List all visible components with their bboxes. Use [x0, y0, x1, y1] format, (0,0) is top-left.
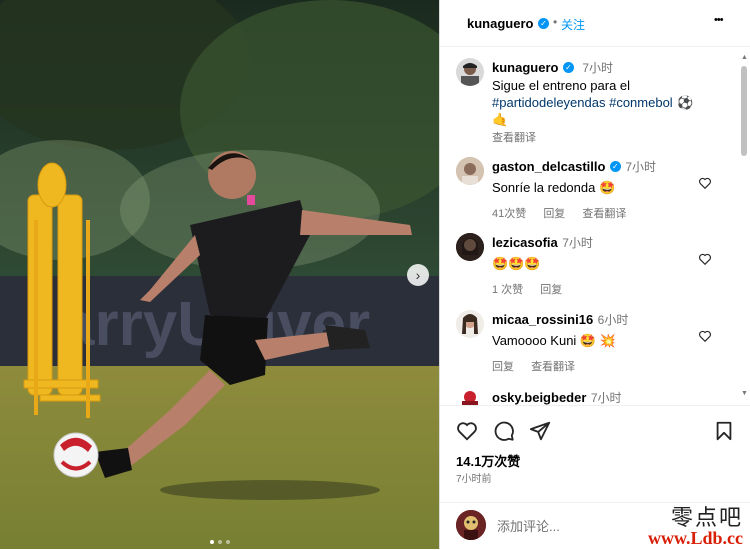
translate-button[interactable]: 查看翻译 [582, 208, 626, 220]
carousel-dots [0, 531, 439, 549]
heart-icon[interactable] [698, 176, 712, 190]
carousel-dot [225, 540, 230, 544]
follow-button[interactable]: 关注 [561, 16, 585, 33]
post-header: kunaguero ✓ • 关注 ••• [440, 0, 750, 47]
verified-icon: ✓ [538, 18, 549, 29]
comment-item: osky.beigbeder 7小时 [492, 389, 722, 405]
scroll-up-arrow[interactable]: ▲ [741, 54, 748, 66]
header-dot: • [553, 15, 558, 29]
comment-meta: 41次赞 回复 查看翻译 [492, 205, 722, 221]
caption-translate[interactable]: 查看翻译 [492, 132, 536, 144]
comment-item: lezicasofia 7小时 🤩🤩🤩 1 次赞 回复 [492, 234, 722, 297]
caption-block: kunaguero ✓ 7小时 Sigue el entreno para el… [492, 59, 722, 147]
author-username[interactable]: kunaguero [467, 16, 533, 31]
translate-button[interactable]: 查看翻译 [531, 361, 575, 373]
verified-icon: ✓ [562, 62, 574, 74]
comment-username[interactable]: osky.beigbeder [492, 390, 586, 405]
comment-likes[interactable]: 1 次赞 [492, 284, 523, 296]
comment-item: gaston_delcastillo ✓ 7小时 Sonríe la redon… [492, 158, 722, 221]
more-icon[interactable]: ••• [714, 14, 724, 26]
comment-avatar[interactable] [456, 387, 484, 405]
scroll-thumb[interactable] [741, 66, 747, 156]
heart-icon[interactable] [698, 329, 712, 343]
carousel-dot [209, 540, 214, 544]
comment-meta: 1 次赞 回复 [492, 281, 722, 297]
chevron-right-icon: › [415, 267, 421, 283]
comment-avatar[interactable] [456, 157, 484, 185]
comment-username[interactable]: gaston_delcastillo [492, 159, 605, 174]
photo-illustration: arryUniver [0, 0, 439, 549]
post-panel: kunaguero ✓ • 关注 ••• kunaguero ✓ 7小时 Sig… [439, 0, 750, 549]
comment-text: Sonríe la redonda 🤩 [492, 180, 616, 195]
next-photo-button[interactable]: › [407, 264, 429, 286]
comment-meta: 回复 查看翻译 [492, 358, 722, 374]
comment-input[interactable]: 添加评论... [497, 516, 627, 535]
comment-item: micaa_rossini16 6小时 Vamoooo Kuni 🤩 💥 回复 … [492, 311, 722, 374]
comment-likes[interactable]: 41次赞 [492, 208, 526, 220]
likes-count[interactable]: 14.1万次赞 [456, 451, 520, 470]
post-actions: 14.1万次赞 7小时前 [440, 405, 750, 501]
caption-username[interactable]: kunaguero [492, 60, 558, 75]
comment-time: 6小时 [597, 313, 629, 327]
comments-scrollbar[interactable]: ▲ ▼ [740, 52, 748, 402]
watermark: 零点吧 www.Ldb.cc [627, 498, 747, 548]
comment-username[interactable]: lezicasofia [492, 235, 558, 250]
user-avatar [456, 510, 486, 540]
watermark-url: www.Ldb.cc [647, 528, 743, 548]
heart-icon[interactable] [698, 252, 712, 266]
post-time: 7小时前 [456, 474, 492, 485]
soccer-ball-emoji: ⚽ [677, 95, 694, 110]
share-icon[interactable] [529, 420, 551, 442]
verified-icon: ✓ [609, 161, 621, 173]
comment-text: 🤩🤩🤩 [492, 256, 541, 271]
reply-button[interactable]: 回复 [492, 361, 514, 373]
comment-avatar[interactable] [456, 233, 484, 261]
comment-icon[interactable] [493, 420, 515, 442]
comment-avatar[interactable] [456, 310, 484, 338]
caption-time: 7小时 [582, 61, 614, 75]
post-photo[interactable]: arryUniver [0, 0, 439, 549]
comment-username[interactable]: micaa_rossini16 [492, 312, 593, 327]
comment-time: 7小时 [562, 236, 593, 250]
comment-text: Vamoooo Kuni 🤩 💥 [492, 333, 616, 348]
comment-time: 7小时 [625, 160, 657, 174]
caption-avatar[interactable] [456, 58, 484, 86]
caption-text: Sigue el entreno para el [492, 78, 631, 93]
scroll-down-arrow[interactable]: ▼ [741, 390, 748, 402]
comment-time: 7小时 [590, 391, 622, 405]
carousel-dot [217, 540, 222, 544]
hand-emoji: 🤙 [492, 112, 509, 127]
caption-hashtags[interactable]: #partidodeleyendas #conmebol [492, 95, 673, 110]
comments-list[interactable]: kunaguero ✓ 7小时 Sigue el entreno para el… [440, 47, 740, 405]
reply-button[interactable]: 回复 [543, 208, 565, 220]
bookmark-icon[interactable] [713, 420, 735, 442]
reply-button[interactable]: 回复 [540, 284, 562, 296]
heart-icon[interactable] [456, 420, 478, 442]
